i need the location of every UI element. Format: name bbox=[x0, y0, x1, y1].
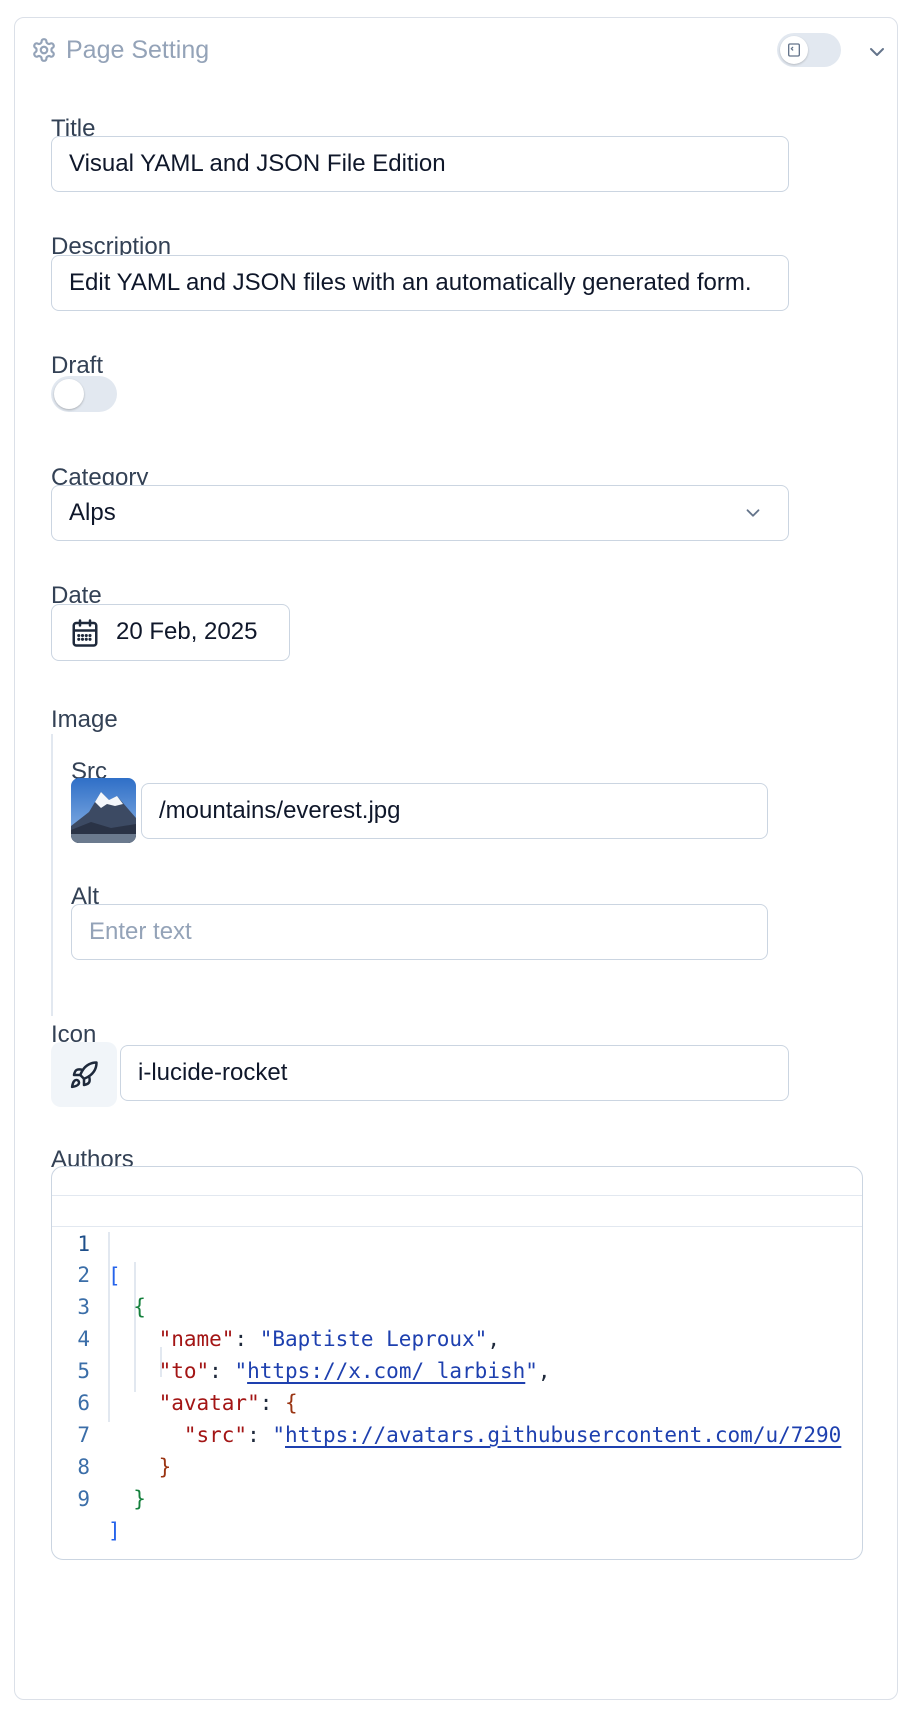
image-alt-input[interactable]: Enter text bbox=[71, 904, 768, 960]
authors-json-editor[interactable]: 1 [ 2 { 3 "name": "Baptiste Leproux", 4 … bbox=[51, 1166, 863, 1560]
file-code-icon bbox=[788, 43, 800, 57]
code-line-3: 3 "name": "Baptiste Leproux", bbox=[52, 1259, 862, 1351]
json-token: ] bbox=[108, 1519, 121, 1543]
code-line-9: 9 ] bbox=[52, 1451, 862, 1543]
code-line-7: 7 } bbox=[52, 1387, 862, 1479]
image-src-input[interactable]: /mountains/everest.jpg bbox=[141, 783, 768, 839]
category-value: Alps bbox=[69, 499, 116, 526]
gear-icon bbox=[33, 38, 55, 62]
image-preview[interactable] bbox=[71, 778, 136, 843]
date-picker-button[interactable]: 20 Feb, 2025 bbox=[51, 604, 290, 661]
toggle-knob bbox=[780, 36, 808, 64]
draft-toggle[interactable] bbox=[51, 376, 117, 412]
icon-picker-button[interactable] bbox=[51, 1042, 117, 1107]
page-setting-panel: Page Setting Title Visual YAML and JSON … bbox=[14, 17, 898, 1700]
toggle-knob bbox=[54, 379, 84, 409]
panel-header[interactable]: Page Setting bbox=[15, 18, 897, 80]
image-group-rule bbox=[51, 734, 53, 1016]
panel-title: Page Setting bbox=[66, 36, 210, 64]
chevron-down-icon[interactable] bbox=[865, 40, 889, 64]
rocket-icon bbox=[70, 1061, 98, 1089]
title-input[interactable]: Visual YAML and JSON File Edition bbox=[51, 136, 789, 192]
json-token: } bbox=[133, 1487, 146, 1511]
code-line-5: 5 "avatar": { bbox=[52, 1323, 862, 1415]
code-line-1: 1 [ bbox=[52, 1195, 862, 1288]
code-line-4: 4 "to": "https://x.com/_larbish", bbox=[52, 1291, 862, 1383]
icon-name-input[interactable]: i-lucide-rocket bbox=[120, 1045, 789, 1101]
category-select[interactable]: Alps bbox=[51, 485, 789, 541]
code-line-2: 2 { bbox=[52, 1227, 862, 1319]
json-mode-toggle[interactable] bbox=[777, 33, 841, 67]
code-line-6: 6 "src": "https://avatars.githubusercont… bbox=[52, 1355, 862, 1447]
line-number: 9 bbox=[77, 1487, 90, 1511]
date-value: 20 Feb, 2025 bbox=[116, 618, 258, 645]
image-label: Image bbox=[51, 706, 118, 733]
code-line-8: 8 } bbox=[52, 1419, 862, 1511]
description-input[interactable]: Edit YAML and JSON files with an automat… bbox=[51, 255, 789, 311]
mountain-thumbnail bbox=[71, 778, 136, 843]
chevron-down-icon bbox=[746, 509, 760, 517]
calendar-icon bbox=[72, 619, 98, 647]
